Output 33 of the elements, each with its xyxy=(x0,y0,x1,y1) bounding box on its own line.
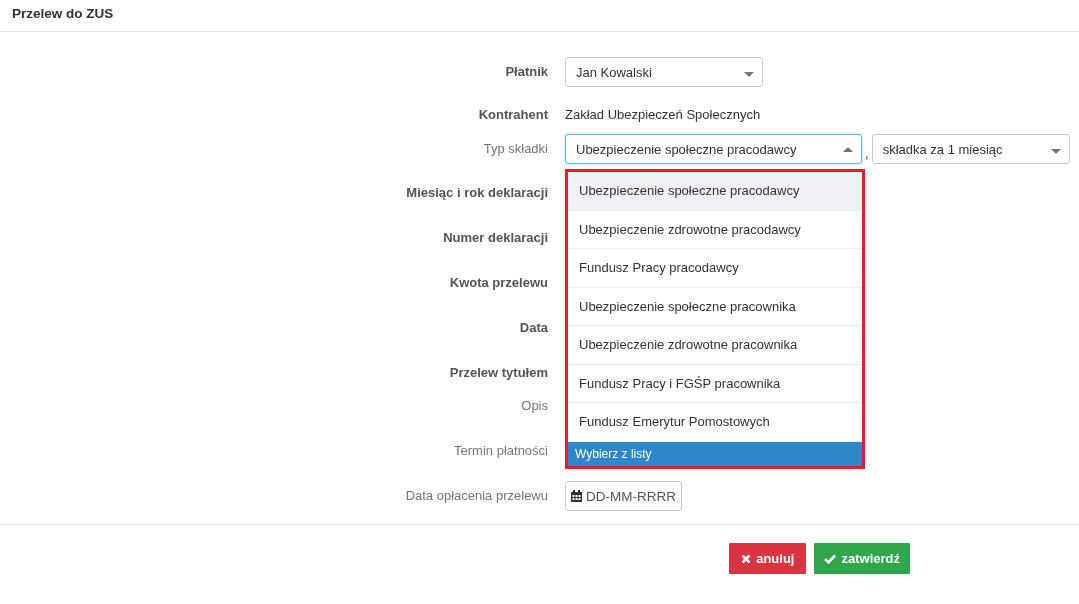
field-label: Typ składki xyxy=(483,140,548,158)
dropdown-option[interactable]: Ubezpieczenie społeczne pracownika xyxy=(568,287,862,326)
field-label: Przelew tytułem xyxy=(449,364,548,382)
period-select[interactable]: składka za 1 miesiąc xyxy=(871,134,1070,164)
field-label: Numer deklaracji xyxy=(443,229,548,247)
caret-icon xyxy=(744,71,754,77)
field-label: Data xyxy=(519,319,548,337)
cancel-button[interactable]: anuluj xyxy=(729,543,807,574)
caret-icon xyxy=(1050,148,1061,154)
type-select[interactable]: Ubezpieczenie społeczne pracodawcy xyxy=(565,134,862,164)
dropdown-hint[interactable]: Wybierz z listy xyxy=(568,441,862,466)
field-label: Miesiąc i rok deklaracji xyxy=(406,184,548,202)
field-label: Data opłacenia przelewu xyxy=(405,487,548,505)
dropdown-option[interactable]: Fundusz Pracy pracodawcy xyxy=(568,249,862,288)
field-label: Kontrahent xyxy=(478,106,548,124)
caret-icon xyxy=(843,146,853,152)
modal-title: Przelew do ZUS xyxy=(12,6,114,21)
check-icon xyxy=(824,553,837,564)
field-label: Termin płatności xyxy=(454,442,548,460)
close-icon xyxy=(741,553,752,564)
calendar-icon xyxy=(571,490,582,502)
field-label: Płatnik xyxy=(505,63,548,81)
dropdown-option[interactable]: Fundusz Pracy i FGŚP pracownika xyxy=(568,364,862,403)
dropdown-option[interactable]: Ubezpieczenie społeczne pracodawcy xyxy=(568,172,862,211)
dropdown-option[interactable]: Ubezpieczenie zdrowotne pracodawcy xyxy=(568,210,862,249)
payer-select[interactable]: Jan Kowalski xyxy=(565,57,763,87)
field-label: Kwota przelewu xyxy=(449,274,548,292)
field-label: Opis xyxy=(521,397,548,415)
field-value: Zakład Ubezpieczeń Społecznych xyxy=(565,106,761,124)
separator-text: , xyxy=(865,145,869,163)
date-field[interactable]: DD-MM-RRRR xyxy=(565,481,682,511)
dropdown-option[interactable]: Ubezpieczenie zdrowotne pracownika xyxy=(568,326,862,365)
dropdown-option[interactable]: Fundusz Emerytur Pomostowych xyxy=(568,403,862,442)
